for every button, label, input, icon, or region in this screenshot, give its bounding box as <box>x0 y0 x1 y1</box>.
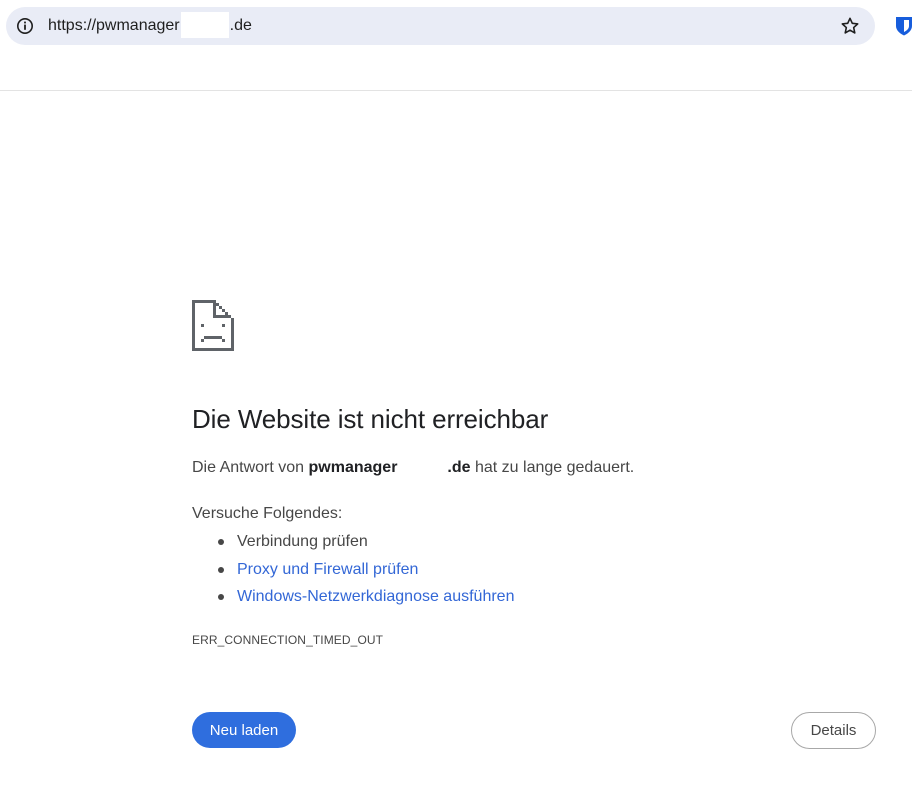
sad-page-icon <box>192 300 234 351</box>
suggestions-title: Versuche Folgendes: <box>192 505 343 522</box>
url-prefix: https://pwmanager <box>48 17 180 34</box>
summary-prefix: Die Antwort von <box>192 459 309 476</box>
bullet-dot <box>218 539 224 545</box>
info-icon[interactable] <box>16 17 34 35</box>
details-button[interactable]: Details <box>791 712 876 749</box>
suggestion-label[interactable]: Windows-Netzwerkdiagnose ausführen <box>237 588 514 605</box>
bullet-dot <box>218 594 224 600</box>
browser-toolbar: https://pwmanager .de <box>0 0 912 91</box>
host-suffix: .de <box>447 459 471 476</box>
suggestion-network-diagnostics-link[interactable]: Windows-Netzwerkdiagnose ausführen <box>192 585 514 613</box>
url-text[interactable]: https://pwmanager .de <box>48 7 252 45</box>
host-prefix: pwmanager <box>308 459 398 476</box>
reload-button[interactable]: Neu laden <box>192 712 296 748</box>
summary-suffix: hat zu lange gedauert. <box>470 459 635 476</box>
suggestion-proxy-firewall-link[interactable]: Proxy und Firewall prüfen <box>192 558 514 586</box>
suggestion-check-connection: Verbindung prüfen <box>192 530 514 558</box>
suggestion-label[interactable]: Proxy und Firewall prüfen <box>237 561 418 578</box>
url-suffix: .de <box>229 17 252 34</box>
suggestion-label: Verbindung prüfen <box>237 533 368 550</box>
bullet-dot <box>218 566 224 573</box>
error-summary: Die Antwort von pwmanager .de hat zu lang… <box>192 459 634 477</box>
redacted-block <box>180 11 229 38</box>
error-title: Die Website ist nicht erreichbar <box>192 404 549 434</box>
bitwarden-shield-icon[interactable] <box>894 16 912 36</box>
error-code: ERR_CONNECTION_TIMED_OUT <box>192 633 384 647</box>
address-bar[interactable]: https://pwmanager .de <box>6 7 875 45</box>
suggestions-list: Verbindung prüfen Proxy und Firewall prü… <box>192 530 514 613</box>
star-outline-icon[interactable] <box>840 16 860 36</box>
